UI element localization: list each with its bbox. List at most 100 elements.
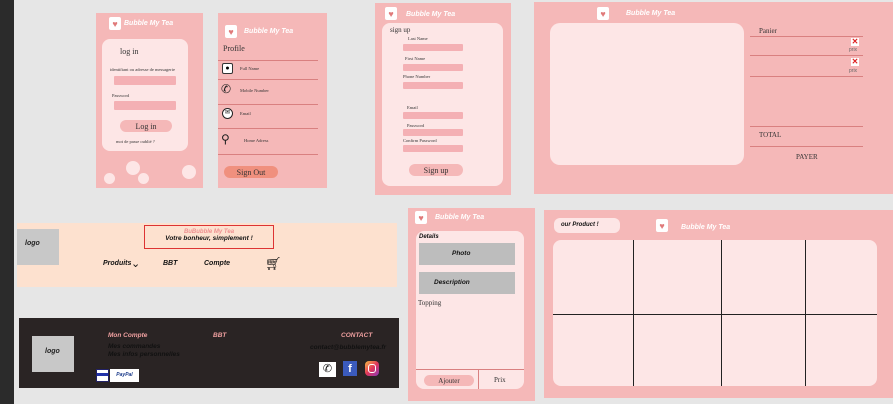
grid-line bbox=[721, 240, 722, 386]
our-product-label: our Product ! bbox=[561, 222, 599, 228]
field-label-phone: Phone Number bbox=[403, 74, 431, 79]
instagram-icon[interactable] bbox=[365, 361, 379, 376]
brand-logo-icon: ♥ bbox=[225, 25, 237, 38]
chevron-down-icon[interactable]: ⌄ bbox=[131, 257, 140, 270]
email-icon: ✉ bbox=[222, 108, 233, 119]
profile-item-email[interactable]: Email bbox=[240, 111, 251, 116]
brand-logo-icon: ♥ bbox=[597, 7, 609, 20]
nav-produits[interactable]: Produits bbox=[103, 260, 131, 267]
footer-logo: logo bbox=[32, 336, 74, 372]
divider bbox=[218, 79, 318, 80]
forgot-password-link[interactable]: mot de passe oublié ? bbox=[116, 139, 155, 144]
divider bbox=[750, 36, 863, 37]
last-name-input[interactable] bbox=[403, 44, 463, 51]
product-screen: ♥ Bubble My Tea Details Photo Descriptio… bbox=[408, 208, 535, 401]
product-grid bbox=[553, 240, 877, 386]
add-to-cart-button[interactable]: Ajouter bbox=[424, 375, 474, 386]
login-id-input[interactable] bbox=[114, 76, 176, 85]
product-description-label: Description bbox=[434, 279, 470, 286]
footer-logo-text: logo bbox=[45, 348, 60, 355]
nav-compte[interactable]: Compte bbox=[204, 260, 230, 267]
footer-contact-email[interactable]: contact@bubblemytea.fr bbox=[310, 344, 386, 351]
decor-bubble bbox=[182, 165, 196, 179]
remove-item-icon[interactable]: ✕ bbox=[851, 38, 859, 46]
divider bbox=[750, 126, 863, 127]
brand-name: Bubble My Tea bbox=[244, 28, 294, 35]
profile-item-mobile[interactable]: Mobile Number bbox=[240, 88, 269, 93]
divider bbox=[218, 154, 318, 155]
product-card: Details Photo Description Topping Ajoute… bbox=[416, 231, 524, 389]
decor-bubble bbox=[138, 173, 149, 184]
confirm-password-input[interactable] bbox=[403, 145, 463, 152]
footer-orders-link[interactable]: Mes commandes bbox=[108, 343, 160, 350]
our-product-badge: our Product ! bbox=[554, 218, 620, 233]
brand-name: Bubble My Tea bbox=[124, 20, 174, 27]
divider bbox=[218, 128, 318, 129]
divider bbox=[750, 146, 863, 147]
topping-label: Topping bbox=[418, 299, 442, 307]
email-input[interactable] bbox=[403, 112, 463, 119]
brand-name: Bubble My Tea bbox=[626, 10, 676, 17]
sign-out-button[interactable]: Sign Out bbox=[224, 166, 278, 178]
footer-bbt-link[interactable]: BBT bbox=[213, 332, 226, 339]
divider bbox=[750, 55, 863, 56]
signup-screen: ♥ Bubble My Tea sign up Last Name First … bbox=[375, 3, 511, 195]
decor-bubble bbox=[126, 161, 140, 175]
brand-name: Bubble My Tea bbox=[406, 11, 456, 18]
header-brand-box: BuBubble My Tea Votre bonheur, simplemen… bbox=[144, 225, 274, 249]
product-photo: Photo bbox=[419, 243, 515, 265]
shopping-cart-icon[interactable]: 🛒︎ bbox=[265, 256, 282, 272]
product-photo-label: Photo bbox=[452, 250, 471, 257]
divider bbox=[478, 369, 479, 389]
field-label-last-name: Last Name bbox=[408, 36, 428, 41]
bank-card-icon bbox=[96, 369, 109, 382]
nav-bbt[interactable]: BBT bbox=[163, 260, 177, 267]
decor-bubble bbox=[104, 173, 115, 184]
facebook-icon[interactable]: f bbox=[343, 361, 357, 376]
profile-title: Profile bbox=[223, 44, 245, 53]
header-screen: logo BuBubble My Tea Votre bonheur, simp… bbox=[17, 223, 397, 287]
login-card: log in identifiant ou adresse de message… bbox=[102, 39, 188, 151]
field-label-first-name: First Name bbox=[405, 56, 426, 61]
catalog-screen: our Product ! ♥ Bubble My Tea bbox=[544, 210, 893, 398]
product-description: Description bbox=[419, 272, 515, 294]
signup-title: sign up bbox=[390, 26, 411, 34]
signup-card: sign up Last Name First Name Phone Numbe… bbox=[382, 23, 503, 186]
first-name-input[interactable] bbox=[403, 64, 463, 71]
password-input[interactable] bbox=[403, 129, 463, 136]
login-button[interactable]: Log in bbox=[120, 120, 172, 132]
field-label-confirm-password: Confirm Password bbox=[403, 138, 437, 143]
cart-item-price: prix bbox=[849, 68, 858, 74]
header-slogan: Votre bonheur, simplement ! bbox=[165, 235, 253, 242]
divider bbox=[416, 369, 524, 370]
profile-screen: ♥ Bubble My Tea Profile ● Full Name ✆ Mo… bbox=[218, 13, 327, 188]
phone-icon[interactable]: ✆ bbox=[319, 362, 336, 377]
grid-line bbox=[805, 240, 806, 386]
pay-button[interactable]: PAYER bbox=[796, 153, 818, 161]
cart-total-label: TOTAL bbox=[759, 131, 782, 139]
remove-item-icon[interactable]: ✕ bbox=[851, 58, 859, 66]
user-icon: ● bbox=[222, 63, 233, 74]
login-screen: ♥ Bubble My Tea log in identifiant ou ad… bbox=[96, 13, 203, 188]
cart-title: Panier bbox=[759, 27, 777, 35]
login-id-label: identifiant ou adresse de messagerie bbox=[110, 67, 175, 72]
phone-icon: ✆ bbox=[221, 82, 232, 96]
footer-contact-title: CONTACT bbox=[341, 332, 373, 339]
design-canvas: ♥ Bubble My Tea log in identifiant ou ad… bbox=[14, 0, 893, 404]
header-logo: logo bbox=[17, 229, 59, 265]
brand-logo-icon: ♥ bbox=[415, 211, 427, 224]
footer-info-link[interactable]: Mes infos personnelles bbox=[108, 351, 180, 358]
product-price: Prix bbox=[494, 376, 506, 384]
header-logo-text: logo bbox=[25, 240, 40, 247]
login-password-label: Password bbox=[112, 93, 130, 98]
phone-input[interactable] bbox=[403, 82, 463, 89]
sign-up-button[interactable]: Sign up bbox=[409, 164, 463, 176]
profile-item-address[interactable]: Home Adress bbox=[244, 138, 268, 143]
login-password-input[interactable] bbox=[114, 101, 176, 110]
brand-logo-icon: ♥ bbox=[656, 219, 668, 232]
paypal-label: PayPal bbox=[116, 372, 133, 378]
divider bbox=[218, 60, 318, 61]
field-label-password: Password bbox=[407, 123, 425, 128]
brand-name: Bubble My Tea bbox=[681, 224, 731, 231]
profile-item-full-name[interactable]: Full Name bbox=[240, 66, 259, 71]
